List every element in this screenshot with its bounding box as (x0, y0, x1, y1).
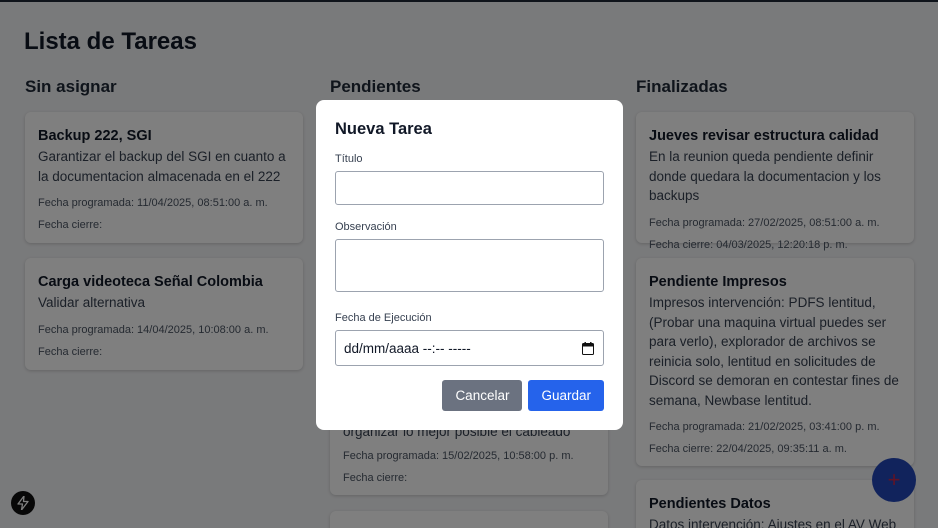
save-button[interactable]: Guardar (528, 380, 604, 411)
dialog-title: Nueva Tarea (335, 120, 432, 138)
title-label: Título (335, 153, 363, 165)
title-input[interactable] (335, 171, 604, 205)
observation-label: Observación (335, 221, 397, 233)
date-label: Fecha de Ejecución (335, 312, 432, 324)
dialog-actions: Cancelar Guardar (335, 380, 604, 411)
cancel-button[interactable]: Cancelar (442, 380, 523, 411)
new-task-dialog: Nueva Tarea Título Observación Fecha de … (316, 100, 623, 430)
date-placeholder: dd/mm/aaaa --:-- ----- (344, 340, 471, 356)
calendar-icon[interactable] (582, 341, 594, 355)
observation-textarea[interactable] (335, 239, 604, 292)
date-input[interactable]: dd/mm/aaaa --:-- ----- (335, 330, 604, 366)
